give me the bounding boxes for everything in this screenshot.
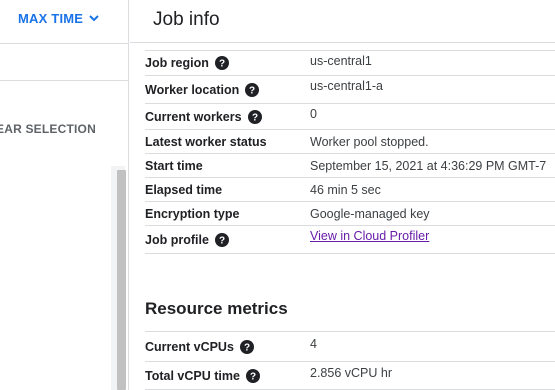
job-info-table: Job region? us-central1 Worker location?… — [145, 51, 555, 254]
page-title: Job info — [153, 9, 220, 30]
scrollbar-thumb[interactable] — [117, 170, 126, 390]
row-label: Start time — [145, 158, 203, 173]
table-row-partial — [145, 43, 555, 51]
row-label: Job region? — [145, 56, 229, 70]
help-icon[interactable]: ? — [239, 339, 254, 354]
table-row: Job region? us-central1 — [145, 51, 555, 76]
help-icon[interactable]: ? — [245, 82, 260, 97]
row-label: Elapsed time — [145, 182, 223, 197]
resource-metrics-title: Resource metrics — [145, 299, 288, 318]
table-row: Current workers? 0 — [145, 104, 555, 130]
view-in-cloud-profiler-link[interactable]: View in Cloud Profiler — [310, 229, 429, 243]
panel-header: Job info — [130, 0, 555, 43]
svg-text:?: ? — [219, 59, 225, 70]
job-info-content: Job region? us-central1 Worker location?… — [145, 43, 555, 390]
chevron-down-icon — [89, 15, 99, 22]
table-row: Encryption type Google-managed key — [145, 202, 555, 226]
time-range-label: MAX TIME — [18, 11, 84, 26]
table-row: Current vCPUs? 4 — [145, 332, 555, 362]
table-row: Total vCPU time? 2.856 vCPU hr — [145, 362, 555, 390]
row-value: September 15, 2021 at 4:36:29 PM GMT-7 — [310, 158, 547, 173]
table-row: Elapsed time 46 min 5 sec — [145, 178, 555, 202]
divider — [0, 43, 128, 44]
svg-text:?: ? — [249, 85, 255, 96]
row-value: us-central1 — [310, 54, 372, 68]
divider — [0, 80, 128, 81]
row-value: Worker pool stopped. — [310, 134, 429, 149]
table-row: Start time September 15, 2021 at 4:36:29… — [145, 154, 555, 178]
svg-text:?: ? — [244, 342, 250, 353]
svg-text:?: ? — [250, 371, 256, 382]
row-value: Google-managed key — [310, 206, 430, 221]
row-label: Latest worker status — [145, 134, 267, 149]
left-panel: MAX TIME EAR SELECTION — [0, 0, 129, 390]
row-value: 4 — [310, 337, 317, 351]
table-row: Latest worker status Worker pool stopped… — [145, 130, 555, 154]
help-icon[interactable]: ? — [245, 368, 260, 383]
help-icon[interactable]: ? — [214, 56, 229, 70]
row-label: Job profile? — [145, 232, 229, 247]
row-value: 0 — [310, 107, 317, 121]
table-row: Job profile? View in Cloud Profiler — [145, 226, 555, 254]
row-label: Worker location? — [145, 82, 260, 97]
resource-metrics-table: Current vCPUs? 4 Total vCPU time? 2.856 … — [145, 331, 555, 390]
clear-selection-button[interactable]: EAR SELECTION — [0, 122, 96, 136]
row-value: 46 min 5 sec — [310, 182, 381, 197]
row-value: us-central1-a — [310, 79, 383, 93]
row-label: Encryption type — [145, 206, 240, 221]
row-label: Current vCPUs? — [145, 339, 254, 354]
time-range-dropdown[interactable]: MAX TIME — [18, 11, 99, 26]
svg-text:?: ? — [219, 235, 225, 246]
svg-text:?: ? — [252, 112, 258, 123]
row-label: Current workers? — [145, 109, 262, 124]
help-icon[interactable]: ? — [247, 109, 262, 124]
help-icon[interactable]: ? — [214, 232, 229, 247]
row-value: 2.856 vCPU hr — [310, 366, 392, 380]
row-label: Total vCPU time? — [145, 368, 260, 383]
table-row: Worker location? us-central1-a — [145, 76, 555, 104]
